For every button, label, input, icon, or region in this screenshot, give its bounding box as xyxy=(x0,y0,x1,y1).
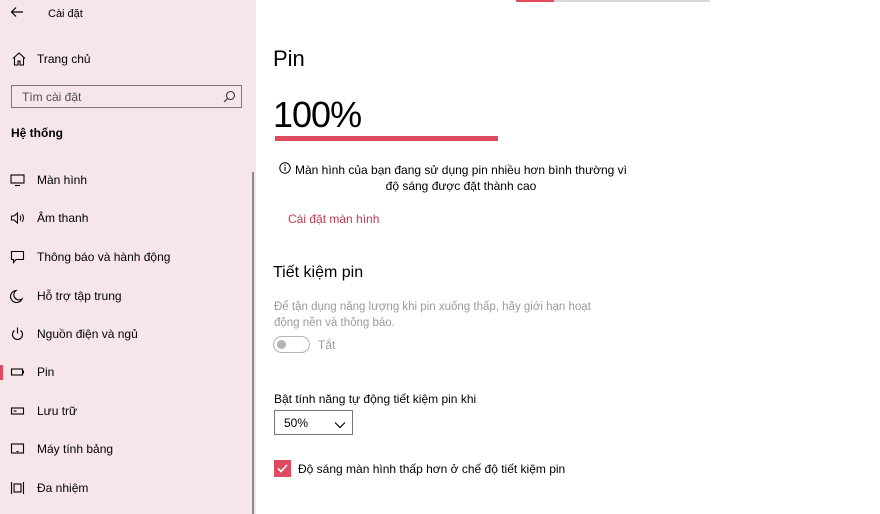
toggle-knob xyxy=(277,340,286,349)
moon-icon xyxy=(10,289,26,303)
page-title: Pin xyxy=(273,46,305,71)
sidebar-item-focus-assist[interactable]: Hỗ trợ tập trung xyxy=(0,281,256,311)
sidebar-item-label: Đa nhiệm xyxy=(37,481,89,495)
top-scroll-indicator xyxy=(516,0,710,2)
sidebar: Cài đặt Trang chủ Tìm cài đặt Hệ thống M… xyxy=(0,0,256,514)
battery-percentage: 100% xyxy=(273,94,362,135)
sidebar-item-storage[interactable]: Lưu trữ xyxy=(0,396,256,426)
search-placeholder: Tìm cài đặt xyxy=(22,90,82,104)
battery-saver-toggle[interactable] xyxy=(273,336,310,353)
battery-info-message: Màn hình của bạn đang sử dụng pin nhiều … xyxy=(294,163,628,193)
speaker-icon xyxy=(10,211,26,225)
sidebar-item-label: Máy tính bảng xyxy=(37,442,114,456)
sidebar-item-tablet[interactable]: Máy tính bảng xyxy=(0,434,256,464)
battery-level-bar xyxy=(275,136,498,141)
sidebar-item-display[interactable]: Màn hình xyxy=(0,165,256,195)
lower-brightness-label: Độ sáng màn hình thấp hơn ở chế độ tiết … xyxy=(298,462,566,476)
auto-saver-label: Bật tính năng tự động tiết kiệm pin khi xyxy=(274,392,477,406)
multitask-icon xyxy=(10,481,26,495)
battery-icon xyxy=(10,365,26,379)
display-settings-link[interactable]: Cài đặt màn hình xyxy=(288,212,379,226)
sidebar-scrollbar[interactable] xyxy=(252,172,254,514)
home-icon xyxy=(11,51,27,67)
notification-icon xyxy=(10,250,26,265)
sidebar-item-label: Thông báo và hành động xyxy=(37,250,171,264)
auto-saver-threshold-select[interactable]: 50% xyxy=(274,410,353,435)
battery-level-fill xyxy=(275,136,498,141)
sidebar-item-label: Màn hình xyxy=(37,173,88,187)
power-icon xyxy=(10,327,26,341)
back-arrow-icon[interactable] xyxy=(10,5,28,23)
nav-home[interactable]: Trang chủ xyxy=(0,44,256,74)
sidebar-item-multitasking[interactable]: Đa nhiệm xyxy=(0,473,256,503)
sidebar-item-label: Âm thanh xyxy=(37,211,89,225)
sidebar-item-notifications[interactable]: Thông báo và hành động xyxy=(0,242,256,272)
tablet-icon xyxy=(10,442,26,456)
battery-saver-heading: Tiết kiệm pin xyxy=(273,264,364,281)
search-input[interactable]: Tìm cài đặt xyxy=(11,85,242,108)
storage-icon xyxy=(10,404,26,418)
app-title: Cài đặt xyxy=(48,8,83,20)
sidebar-item-label: Pin xyxy=(37,365,55,379)
sidebar-item-battery[interactable]: Pin xyxy=(0,357,256,387)
nav-home-label: Trang chủ xyxy=(37,52,91,66)
lower-brightness-checkbox[interactable] xyxy=(274,460,291,477)
battery-saver-toggle-state: Tắt xyxy=(318,338,336,352)
info-icon xyxy=(279,161,291,174)
sidebar-item-label: Nguồn điện và ngủ xyxy=(37,327,138,341)
sidebar-item-label: Lưu trữ xyxy=(37,404,78,418)
sidebar-item-label: Hỗ trợ tập trung xyxy=(37,289,122,303)
auto-saver-threshold-value: 50% xyxy=(284,416,309,430)
battery-saver-description: Để tận dụng năng lượng khi pin xuống thấ… xyxy=(274,301,591,329)
section-title: Hệ thống xyxy=(11,126,63,140)
chevron-down-icon xyxy=(334,417,346,429)
monitor-icon xyxy=(10,173,26,187)
search-icon[interactable] xyxy=(223,90,236,103)
sidebar-item-power-sleep[interactable]: Nguồn điện và ngủ xyxy=(0,319,256,349)
title-bar: Cài đặt xyxy=(0,0,256,28)
sidebar-item-sound[interactable]: Âm thanh xyxy=(0,203,256,233)
